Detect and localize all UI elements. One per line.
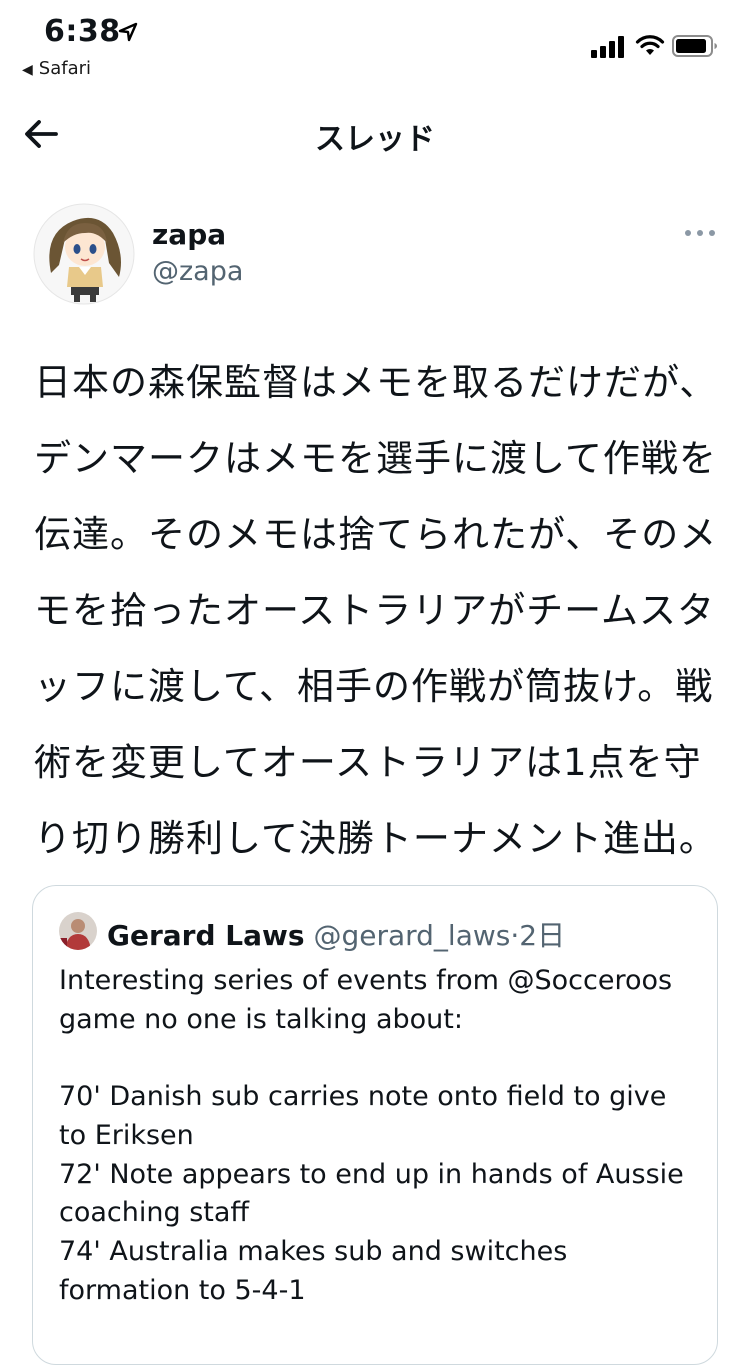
- quoted-text-line: 74' Australia makes sub and switches: [59, 1235, 568, 1267]
- quoted-text-line: 70' Danish sub carries note onto field t…: [59, 1081, 667, 1113]
- quoted-text-line: 72' Note appears to end up in hands of A…: [59, 1158, 684, 1190]
- back-triangle-icon: ◀: [22, 62, 33, 78]
- author-avatar[interactable]: [33, 203, 135, 305]
- page-title: スレッド: [315, 122, 435, 157]
- back-app-label: Safari: [38, 58, 92, 79]
- more-dots-icon[interactable]: [683, 220, 717, 246]
- location-arrow-icon: [118, 22, 138, 42]
- quoted-author-name[interactable]: Gerard Laws: [107, 919, 305, 952]
- status-bar: 6:38 ◀ Safari: [0, 0, 750, 90]
- header: スレッド: [0, 100, 750, 170]
- header-separator: ·: [510, 919, 520, 952]
- quoted-tweet-text: Interesting series of events from @Socce…: [59, 962, 699, 1310]
- author-display-name[interactable]: zapa: [152, 218, 226, 251]
- quoted-tweet-card[interactable]: Gerard Laws @gerard_laws·2日 Interesting …: [32, 885, 718, 1365]
- author-handle[interactable]: @zapa: [152, 256, 243, 287]
- quoted-text-line: Interesting series of events from @Socce…: [59, 965, 673, 996]
- wifi-icon: [635, 35, 665, 55]
- quoted-text-line: game no one is talking about:: [59, 1003, 463, 1035]
- quoted-text-line: coaching staff: [59, 1197, 250, 1229]
- back-to-app-link[interactable]: ◀ Safari: [22, 58, 91, 79]
- tweet-text: 日本の森保監督はメモを取るだけだが、デンマークはメモを選手に渡して作戦を伝達。そ…: [34, 361, 718, 860]
- quoted-tweet-header: Gerard Laws @gerard_laws·2日: [107, 914, 565, 954]
- quoted-author-handle[interactable]: @gerard_laws: [313, 919, 510, 952]
- quoted-tweet-time[interactable]: 2日: [519, 919, 565, 952]
- status-time: 6:38: [44, 14, 121, 49]
- quoted-text-line: formation to 5-4-1: [59, 1274, 306, 1306]
- quoted-text-line: to Eriksen: [59, 1119, 194, 1151]
- quoted-author-avatar[interactable]: [59, 912, 97, 950]
- signal-icon: [591, 36, 624, 58]
- anime-girl-avatar-image: [33, 203, 135, 305]
- photo-avatar-image: [59, 912, 97, 950]
- battery-icon: [672, 35, 717, 57]
